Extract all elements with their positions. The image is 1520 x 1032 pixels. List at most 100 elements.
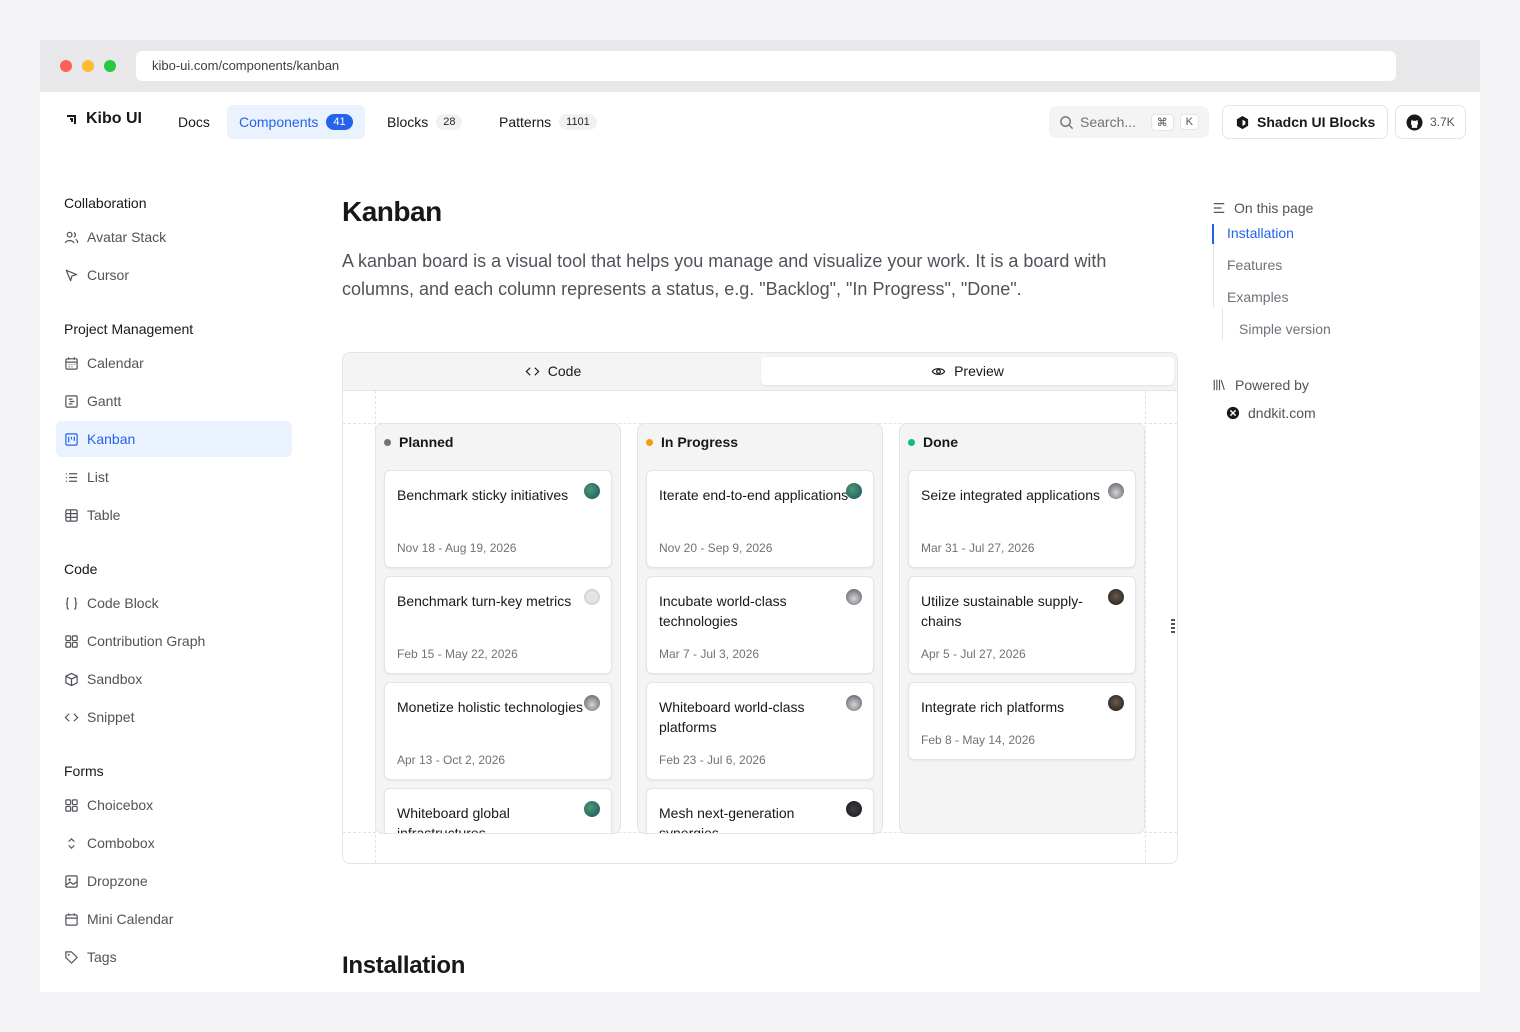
- kanban-card[interactable]: Mesh next-generation synergies: [646, 788, 874, 833]
- sidebar-item-label: Choicebox: [87, 797, 154, 813]
- nav-docs[interactable]: Docs: [166, 105, 222, 139]
- sidebar-item-dropzone[interactable]: Dropzone: [56, 863, 292, 899]
- sidebar-item-label: Avatar Stack: [87, 229, 167, 245]
- sidebar-item-label: Combobox: [87, 835, 155, 851]
- toc-heading-label: On this page: [1234, 200, 1314, 216]
- kanban-card[interactable]: Whiteboard global infrastructures: [384, 788, 612, 834]
- column-header: In Progress: [646, 434, 738, 450]
- dndkit-link-label: dndkit.com: [1248, 405, 1316, 421]
- sidebar-item-label: Table: [87, 507, 121, 523]
- dndkit-link[interactable]: dndkit.com: [1226, 405, 1316, 421]
- kanban-card[interactable]: Seize integrated applications Mar 31 - J…: [908, 470, 1136, 568]
- sidebar-item-avatar-stack[interactable]: Avatar Stack: [56, 219, 292, 255]
- toc-item-installation[interactable]: Installation: [1227, 225, 1294, 241]
- page-title: Kanban: [342, 196, 442, 227]
- kanban-card[interactable]: Iterate end-to-end applications Nov 20 -…: [646, 470, 874, 568]
- sidebar-item-mini-calendar[interactable]: Mini Calendar: [56, 901, 292, 937]
- card-date: Feb 15 - May 22, 2026: [397, 647, 518, 661]
- avatar[interactable]: [584, 801, 600, 817]
- github-stars: 3.7K: [1430, 115, 1455, 129]
- sidebar-item-cursor[interactable]: Cursor: [56, 257, 292, 293]
- browser-window: kibo-ui.com/components/kanban Kibo UI Do…: [40, 40, 1480, 992]
- kanban-card[interactable]: Integrate rich platforms Feb 8 - May 14,…: [908, 682, 1136, 760]
- eye-icon: [931, 367, 946, 375]
- card-title: Whiteboard global infrastructures: [397, 805, 510, 834]
- sidebar-item-label: Snippet: [87, 709, 135, 725]
- kanban-card[interactable]: Whiteboard world-class platforms Feb 23 …: [646, 682, 874, 780]
- close-window-button[interactable]: [60, 60, 72, 72]
- shadcn-blocks-button[interactable]: Shadcn UI Blocks: [1222, 105, 1389, 139]
- search-icon: [1060, 115, 1074, 129]
- card-date: Apr 5 - Jul 27, 2026: [921, 647, 1026, 661]
- nav-patterns[interactable]: Patterns 1101: [487, 105, 609, 139]
- avatar[interactable]: [584, 695, 600, 711]
- maximize-window-button[interactable]: [104, 60, 116, 72]
- box-icon: [65, 672, 78, 686]
- tab-code[interactable]: Code: [347, 357, 759, 385]
- sidebar-item-sandbox[interactable]: Sandbox: [56, 661, 292, 697]
- column-title: Done: [923, 434, 958, 450]
- sidebar-item-label: List: [87, 469, 109, 485]
- search-input[interactable]: Search... ⌘ K: [1049, 106, 1209, 138]
- toc-item-features[interactable]: Features: [1227, 257, 1282, 273]
- sidebar-item-calendar[interactable]: Calendar: [56, 345, 292, 381]
- card-title: Iterate end-to-end applications: [659, 487, 849, 503]
- sidebar-item-label: Dropzone: [87, 873, 148, 889]
- sidebar-item-kanban[interactable]: Kanban: [56, 421, 292, 457]
- toc-rail-nested: [1222, 308, 1223, 340]
- sidebar-item-list[interactable]: List: [56, 459, 292, 495]
- nav-docs-label: Docs: [178, 114, 210, 130]
- kibo-logo-icon: [67, 115, 76, 124]
- address-bar[interactable]: kibo-ui.com/components/kanban: [136, 51, 1396, 81]
- github-button[interactable]: 3.7K: [1395, 105, 1466, 139]
- card-date: Apr 13 - Oct 2, 2026: [397, 753, 506, 767]
- users-icon: [64, 231, 79, 243]
- sidebar-item-choicebox[interactable]: Choicebox: [56, 787, 292, 823]
- avatar[interactable]: [846, 801, 862, 817]
- kanban-card[interactable]: Benchmark turn-key metrics Feb 15 - May …: [384, 576, 612, 674]
- sidebar-item-label: Tags: [87, 949, 117, 965]
- avatar[interactable]: [1108, 589, 1124, 605]
- toc-item-examples[interactable]: Examples: [1227, 289, 1288, 305]
- sidebar-item-contribution-graph[interactable]: Contribution Graph: [56, 623, 292, 659]
- avatar[interactable]: [846, 695, 862, 711]
- toc-heading: On this page: [1212, 200, 1313, 216]
- dndkit-logo-icon: [1226, 406, 1240, 420]
- card-title: Whiteboard world-class platforms: [659, 699, 805, 735]
- card-title: Utilize sustainable supply-chains: [921, 593, 1083, 629]
- nav-components[interactable]: Components 41: [227, 105, 365, 139]
- calendar-icon: [65, 912, 78, 926]
- resize-handle[interactable]: [1171, 619, 1175, 633]
- brand-logo[interactable]: Kibo UI: [64, 110, 142, 128]
- kanban-card[interactable]: Utilize sustainable supply-chains Apr 5 …: [908, 576, 1136, 674]
- kanban-card[interactable]: Incubate world-class technologies Mar 7 …: [646, 576, 874, 674]
- nav-patterns-count: 1101: [559, 114, 597, 130]
- tab-preview[interactable]: Preview: [761, 357, 1174, 385]
- toc-item-simple-version[interactable]: Simple version: [1239, 321, 1331, 337]
- avatar[interactable]: [1108, 695, 1124, 711]
- kanban-icon: [65, 432, 78, 446]
- sidebar-item-gantt[interactable]: Gantt: [56, 383, 292, 419]
- sidebar-item-code-block[interactable]: Code Block: [56, 585, 292, 621]
- avatar[interactable]: [846, 589, 862, 605]
- nav-blocks[interactable]: Blocks 28: [375, 105, 474, 139]
- kanban-column-in-progress: In Progress Iterate end-to-end applicati…: [637, 423, 883, 834]
- sidebar-item-label: Gantt: [87, 393, 122, 409]
- list-icon: [65, 472, 78, 482]
- kanban-card[interactable]: Benchmark sticky initiatives Nov 18 - Au…: [384, 470, 612, 568]
- sidebar-item-combobox[interactable]: Combobox: [56, 825, 292, 861]
- sidebar-item-table[interactable]: Table: [56, 497, 292, 533]
- avatar[interactable]: [584, 589, 600, 605]
- card-title: Monetize holistic technologies: [397, 699, 583, 715]
- avatar[interactable]: [584, 483, 600, 499]
- avatar[interactable]: [1108, 483, 1124, 499]
- avatar[interactable]: [846, 483, 862, 499]
- table-icon: [65, 508, 78, 522]
- sidebar-item-tags[interactable]: Tags: [56, 939, 292, 975]
- minimize-window-button[interactable]: [82, 60, 94, 72]
- braces-icon: [65, 596, 78, 610]
- sidebar-item-label: Sandbox: [87, 671, 143, 687]
- kanban-card[interactable]: Monetize holistic technologies Apr 13 - …: [384, 682, 612, 780]
- search-placeholder: Search...: [1080, 114, 1137, 130]
- sidebar-item-snippet[interactable]: Snippet: [56, 699, 292, 735]
